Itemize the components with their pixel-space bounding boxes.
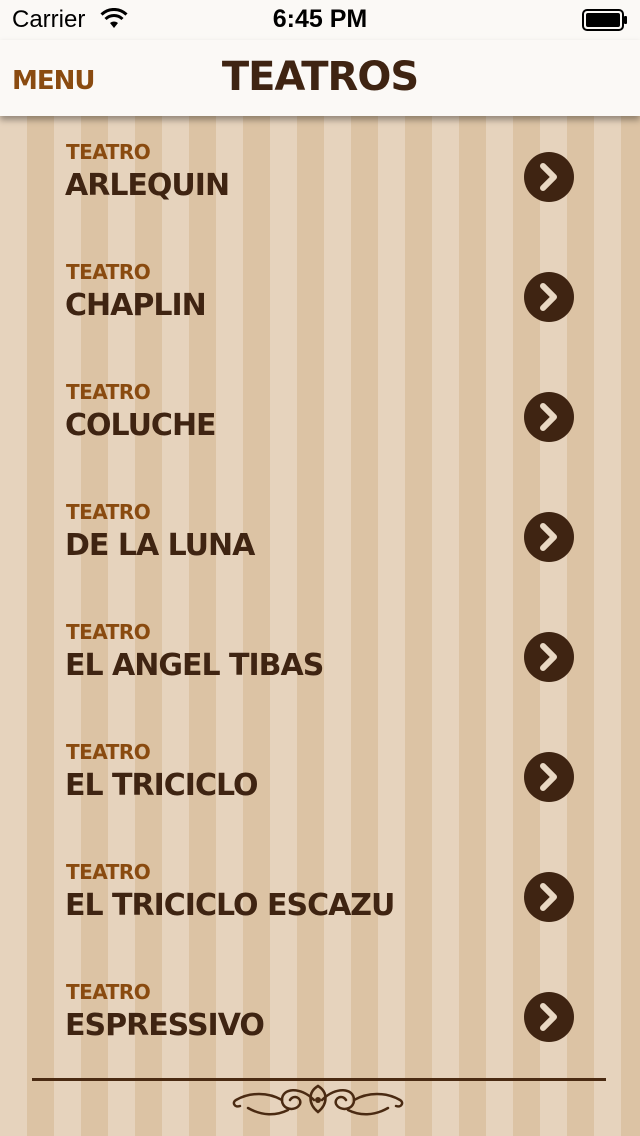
list-item[interactable]: TEATRO EL ANGEL TIBAS [0, 596, 640, 716]
chevron-right-circle-icon[interactable] [524, 632, 574, 682]
list-item[interactable]: TEATRO ESPRESSIVO [0, 956, 640, 1076]
chevron-right-circle-icon[interactable] [524, 512, 574, 562]
page-title: TEATROS [221, 54, 419, 100]
item-kicker: TEATRO [66, 860, 151, 884]
item-title: EL TRICICLO [65, 768, 259, 803]
item-title: EL ANGEL TIBAS [65, 648, 324, 683]
chevron-right-circle-icon[interactable] [524, 392, 574, 442]
item-kicker: TEATRO [66, 980, 151, 1004]
item-kicker: TEATRO [66, 620, 151, 644]
list-item[interactable]: TEATRO EL TRICICLO ESCAZU [0, 836, 640, 956]
chevron-right-circle-icon[interactable] [524, 152, 574, 202]
navigation-bar: MENU TEATROS [0, 40, 640, 116]
footer-divider [32, 1078, 606, 1081]
chevron-right-circle-icon[interactable] [524, 872, 574, 922]
battery-icon [582, 9, 627, 31]
list-item[interactable]: TEATRO DE LA LUNA [0, 476, 640, 596]
chevron-right-circle-icon[interactable] [524, 272, 574, 322]
item-title: ARLEQUIN [65, 168, 230, 203]
status-time: 6:45 PM [272, 5, 368, 33]
chevron-right-circle-icon[interactable] [524, 752, 574, 802]
item-title: CHAPLIN [65, 288, 207, 323]
item-title: COLUCHE [65, 408, 217, 443]
list-item[interactable]: TEATRO COLUCHE [0, 356, 640, 476]
item-kicker: TEATRO [66, 740, 151, 764]
theater-list[interactable]: TEATRO ARLEQUIN TEATRO CHAPLIN TEATRO CO… [0, 116, 640, 1136]
list-item[interactable]: TEATRO EL TRICICLO [0, 716, 640, 836]
item-kicker: TEATRO [66, 380, 151, 404]
item-kicker: TEATRO [66, 140, 151, 164]
list-item[interactable]: TEATRO ARLEQUIN [0, 116, 640, 236]
item-title: EL TRICICLO ESCAZU [65, 888, 395, 923]
status-bar: Carrier 6:45 PM [0, 0, 640, 40]
item-kicker: TEATRO [66, 260, 151, 284]
chevron-right-circle-icon[interactable] [524, 992, 574, 1042]
item-title: DE LA LUNA [65, 528, 255, 563]
list-item[interactable]: TEATRO CHAPLIN [0, 236, 640, 356]
item-kicker: TEATRO [66, 500, 151, 524]
ornament-flourish-icon [232, 1084, 404, 1116]
item-title: ESPRESSIVO [65, 1008, 265, 1043]
